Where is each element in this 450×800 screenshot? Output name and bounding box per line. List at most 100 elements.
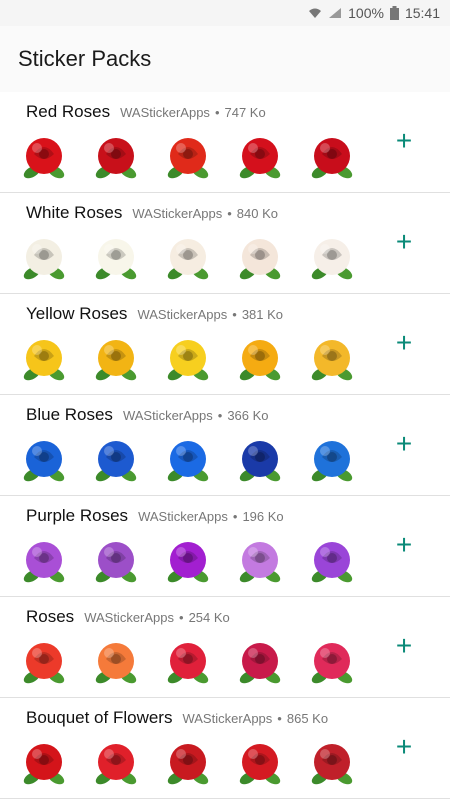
rose-sticker-icon xyxy=(164,437,212,485)
sticker-pack-row[interactable]: Blue Roses WAStickerApps • 366 Ko + xyxy=(0,395,450,496)
rose-sticker-icon xyxy=(236,134,284,182)
sticker-pack-list: Red Roses WAStickerApps • 747 Ko + White Rose… xyxy=(0,92,450,799)
separator-dot: • xyxy=(217,408,223,423)
add-icon[interactable]: + xyxy=(392,632,416,660)
rose-sticker-icon xyxy=(92,437,140,485)
pack-header: White Roses WAStickerApps • 840 Ko xyxy=(26,203,278,223)
rose-sticker-icon xyxy=(92,134,140,182)
pack-header: Red Roses WAStickerApps • 747 Ko xyxy=(26,102,266,122)
rose-sticker-icon xyxy=(164,336,212,384)
pack-name: Purple Roses xyxy=(26,506,129,525)
pack-name: Roses xyxy=(26,607,75,626)
pack-name: Red Roses xyxy=(26,102,111,121)
pack-meta: WAStickerApps • 196 Ko xyxy=(138,509,284,524)
rose-sticker-icon xyxy=(20,538,68,586)
pack-publisher: WAStickerApps xyxy=(137,307,228,322)
pack-size: 196 Ko xyxy=(242,509,284,524)
rose-sticker-icon xyxy=(20,740,68,788)
rose-sticker-icon xyxy=(20,437,68,485)
rose-sticker-icon xyxy=(164,538,212,586)
pack-publisher: WAStickerApps xyxy=(120,105,210,120)
rose-sticker-icon xyxy=(164,134,212,182)
rose-sticker-icon xyxy=(236,336,284,384)
sticker-previews xyxy=(20,336,380,384)
separator-dot: • xyxy=(227,206,232,221)
pack-name: Yellow Roses xyxy=(26,304,128,323)
add-icon[interactable]: + xyxy=(392,127,416,155)
sticker-previews xyxy=(20,134,380,182)
pack-header: Bouquet of Flowers WAStickerApps • 865 Ko xyxy=(26,708,328,728)
pack-name: Bouquet of Flowers xyxy=(26,708,173,727)
pack-size: 747 Ko xyxy=(224,105,266,120)
rose-sticker-icon xyxy=(20,639,68,687)
rose-sticker-icon xyxy=(92,538,140,586)
pack-size: 366 Ko xyxy=(227,408,269,423)
sticker-pack-row[interactable]: Red Roses WAStickerApps • 747 Ko + xyxy=(0,92,450,193)
clock: 15:41 xyxy=(404,5,440,21)
battery-icon xyxy=(389,6,399,20)
separator-dot: • xyxy=(232,307,237,322)
pack-size: 254 Ko xyxy=(188,610,230,625)
page-title: Sticker Packs xyxy=(18,46,152,71)
rose-sticker-icon xyxy=(92,639,140,687)
wifi-icon xyxy=(308,7,322,19)
rose-sticker-icon xyxy=(92,740,140,788)
pack-meta: WAStickerApps • 381 Ko xyxy=(137,307,283,322)
pack-name: White Roses xyxy=(26,203,123,222)
pack-publisher: WAStickerApps xyxy=(182,711,273,726)
rose-sticker-icon xyxy=(164,235,212,283)
pack-size: 865 Ko xyxy=(286,711,329,726)
pack-publisher: WAStickerApps xyxy=(122,408,213,423)
rose-sticker-icon xyxy=(308,639,356,687)
rose-sticker-icon xyxy=(308,538,356,586)
add-icon[interactable]: + xyxy=(392,228,416,256)
add-icon[interactable]: + xyxy=(392,733,416,761)
pack-header: Blue Roses WAStickerApps • 366 Ko xyxy=(26,405,269,425)
separator-dot: • xyxy=(277,711,282,726)
sticker-pack-row[interactable]: Roses WAStickerApps • 254 Ko + xyxy=(0,597,450,698)
pack-meta: WAStickerApps • 254 Ko xyxy=(84,610,230,625)
rose-sticker-icon xyxy=(236,235,284,283)
rose-sticker-icon xyxy=(164,740,212,788)
rose-sticker-icon xyxy=(164,639,212,687)
add-icon[interactable]: + xyxy=(392,329,416,357)
pack-header: Roses WAStickerApps • 254 Ko xyxy=(26,607,230,627)
rose-sticker-icon xyxy=(236,538,284,586)
pack-name: Blue Roses xyxy=(26,405,113,424)
add-icon[interactable]: + xyxy=(392,531,416,559)
rose-sticker-icon xyxy=(236,740,284,788)
rose-sticker-icon xyxy=(20,336,68,384)
sticker-pack-row[interactable]: White Roses WAStickerApps • 840 Ko + xyxy=(0,193,450,294)
signal-icon xyxy=(328,7,342,19)
pack-meta: WAStickerApps • 840 Ko xyxy=(132,206,278,221)
pack-size: 840 Ko xyxy=(236,206,278,221)
sticker-pack-row[interactable]: Bouquet of Flowers WAStickerApps • 865 Ko + xyxy=(0,698,450,799)
sticker-previews xyxy=(20,538,380,586)
sticker-previews xyxy=(20,740,380,788)
add-icon[interactable]: + xyxy=(392,430,416,458)
app-bar: Sticker Packs xyxy=(0,26,450,92)
rose-sticker-icon xyxy=(92,336,140,384)
pack-publisher: WAStickerApps xyxy=(132,206,223,221)
pack-publisher: WAStickerApps xyxy=(84,610,175,625)
sticker-previews xyxy=(20,639,380,687)
battery-percent: 100% xyxy=(348,5,384,21)
separator-dot: • xyxy=(214,105,220,120)
rose-sticker-icon xyxy=(308,134,356,182)
sticker-previews xyxy=(20,437,380,485)
rose-sticker-icon xyxy=(20,235,68,283)
rose-sticker-icon xyxy=(308,235,356,283)
rose-sticker-icon xyxy=(20,134,68,182)
pack-meta: WAStickerApps • 865 Ko xyxy=(182,711,328,726)
rose-sticker-icon xyxy=(308,437,356,485)
separator-dot: • xyxy=(232,509,238,524)
sticker-pack-row[interactable]: Yellow Roses WAStickerApps • 381 Ko + xyxy=(0,294,450,395)
pack-publisher: WAStickerApps xyxy=(138,509,228,524)
pack-size: 381 Ko xyxy=(241,307,284,322)
rose-sticker-icon xyxy=(308,740,356,788)
pack-header: Purple Roses WAStickerApps • 196 Ko xyxy=(26,506,284,526)
separator-dot: • xyxy=(179,610,184,625)
rose-sticker-icon xyxy=(92,235,140,283)
rose-sticker-icon xyxy=(236,437,284,485)
sticker-pack-row[interactable]: Purple Roses WAStickerApps • 196 Ko + xyxy=(0,496,450,597)
